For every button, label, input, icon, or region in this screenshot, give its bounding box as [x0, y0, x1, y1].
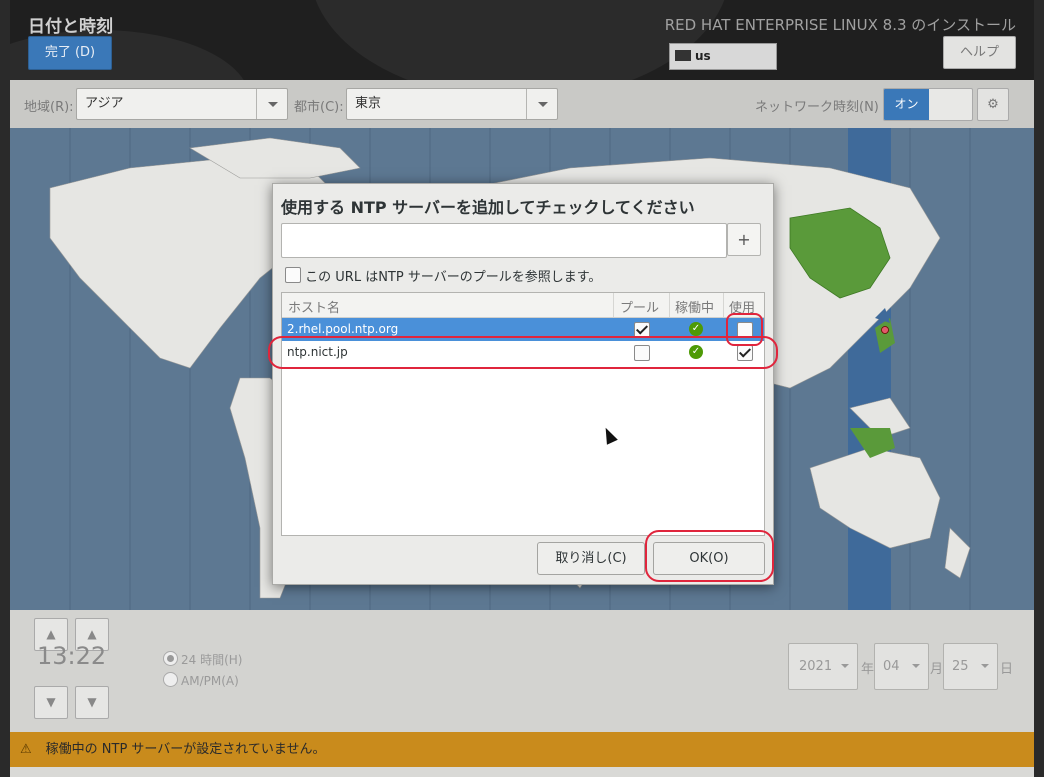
cancel-button[interactable]: 取り消し(C) [537, 542, 645, 575]
city-value: 東京 [355, 96, 382, 111]
gear-icon: ⚙ [987, 97, 999, 112]
done-button[interactable]: 完了 (D) [28, 36, 112, 70]
product-title: RED HAT ENTERPRISE LINUX 8.3 のインストール [664, 16, 1016, 34]
column-pool[interactable]: プール [620, 297, 659, 316]
chevron-up-icon: ▲ [87, 627, 97, 641]
ok-button[interactable]: OK(O) [653, 542, 765, 575]
chevron-down-icon: ▼ [46, 695, 56, 709]
location-bar: 地域(R): アジア 都市(C): 東京 ネットワーク時刻(N) [10, 80, 1034, 128]
header-bar: 日付と時刻 完了 (D) RED HAT ENTERPRISE LINUX 8.… [10, 0, 1034, 80]
dialog-title: 使用する NTP サーバーを追加してチェックしてください [281, 198, 695, 217]
pool-flag-checkbox[interactable] [634, 322, 650, 338]
network-time-label: ネットワーク時刻(N) [755, 100, 879, 115]
keyboard-icon [675, 50, 691, 61]
region-label: 地域(R): [24, 100, 74, 115]
format-ampm-radio[interactable]: AM/PM(A) [163, 672, 239, 688]
year-select[interactable]: 2021 [788, 643, 858, 690]
check-circle-icon: ✓ [689, 322, 703, 336]
table-row[interactable]: ntp.nict.jp ✓ [282, 341, 764, 364]
time-display: 13:22 [37, 642, 107, 670]
minute-down-button[interactable]: ▼ [75, 686, 109, 719]
use-checkbox[interactable] [737, 345, 753, 361]
chevron-down-icon [526, 89, 557, 119]
year-value: 2021 [799, 659, 833, 674]
format-24h-label: 24 時間(H) [181, 653, 243, 667]
ntp-settings-button[interactable]: ⚙ [977, 88, 1009, 121]
column-host[interactable]: ホスト名 [288, 297, 340, 316]
day-value: 25 [952, 659, 969, 674]
server-host: 2.rhel.pool.ntp.org [287, 322, 399, 336]
use-checkbox[interactable] [737, 322, 753, 338]
day-unit: 日 [1000, 662, 1014, 677]
plus-icon: + [737, 230, 751, 249]
region-combo[interactable]: アジア [76, 88, 288, 120]
format-24h-radio[interactable]: 24 時間(H) [163, 651, 242, 668]
month-unit: 月 [930, 662, 944, 677]
format-ampm-label: AM/PM(A) [181, 674, 239, 688]
day-select[interactable]: 25 [943, 643, 998, 690]
pool-checkbox-box[interactable] [285, 267, 301, 283]
warning-text: 稼働中の NTP サーバーが設定されていません。 [45, 742, 326, 757]
ntp-server-dialog: 使用する NTP サーバーを追加してチェックしてください + この URL はN… [272, 183, 774, 585]
chevron-down-icon [256, 89, 287, 119]
warning-bar: ⚠ 稼働中の NTP サーバーが設定されていません。 [10, 732, 1034, 767]
hour-down-button[interactable]: ▼ [34, 686, 68, 719]
ntp-server-table: ホスト名 プール 稼働中 使用 2.rhel.pool.ntp.org ✓ nt… [281, 292, 765, 536]
region-value: アジア [85, 96, 124, 111]
check-circle-icon: ✓ [689, 345, 703, 359]
table-header: ホスト名 プール 稼働中 使用 [282, 293, 764, 318]
keyboard-layout-indicator[interactable]: us [669, 43, 777, 70]
column-working[interactable]: 稼働中 [675, 297, 714, 316]
pool-checkbox-label: この URL はNTP サーバーのプールを参照します。 [305, 270, 602, 285]
add-server-button[interactable]: + [727, 223, 761, 256]
city-label: 都市(C): [294, 100, 344, 115]
chevron-down-icon: ▼ [87, 695, 97, 709]
month-value: 04 [883, 659, 900, 674]
network-time-state: オン [884, 89, 929, 120]
city-combo[interactable]: 東京 [346, 88, 558, 120]
server-host: ntp.nict.jp [287, 345, 348, 359]
page-title: 日付と時刻 [28, 17, 113, 37]
table-row[interactable]: 2.rhel.pool.ntp.org ✓ [282, 318, 764, 341]
network-time-toggle[interactable]: オン [883, 88, 973, 121]
ntp-url-input[interactable] [281, 223, 727, 258]
year-unit: 年 [861, 662, 875, 677]
keyboard-layout-label: us [695, 49, 711, 63]
warning-icon: ⚠ [20, 742, 32, 757]
help-button[interactable]: ヘルプ [943, 36, 1016, 69]
chevron-up-icon: ▲ [46, 627, 56, 641]
column-use[interactable]: 使用 [729, 297, 755, 316]
pool-checkbox[interactable]: この URL はNTP サーバーのプールを参照します。 [285, 266, 601, 285]
month-select[interactable]: 04 [874, 643, 929, 690]
pool-flag-checkbox[interactable] [634, 345, 650, 361]
